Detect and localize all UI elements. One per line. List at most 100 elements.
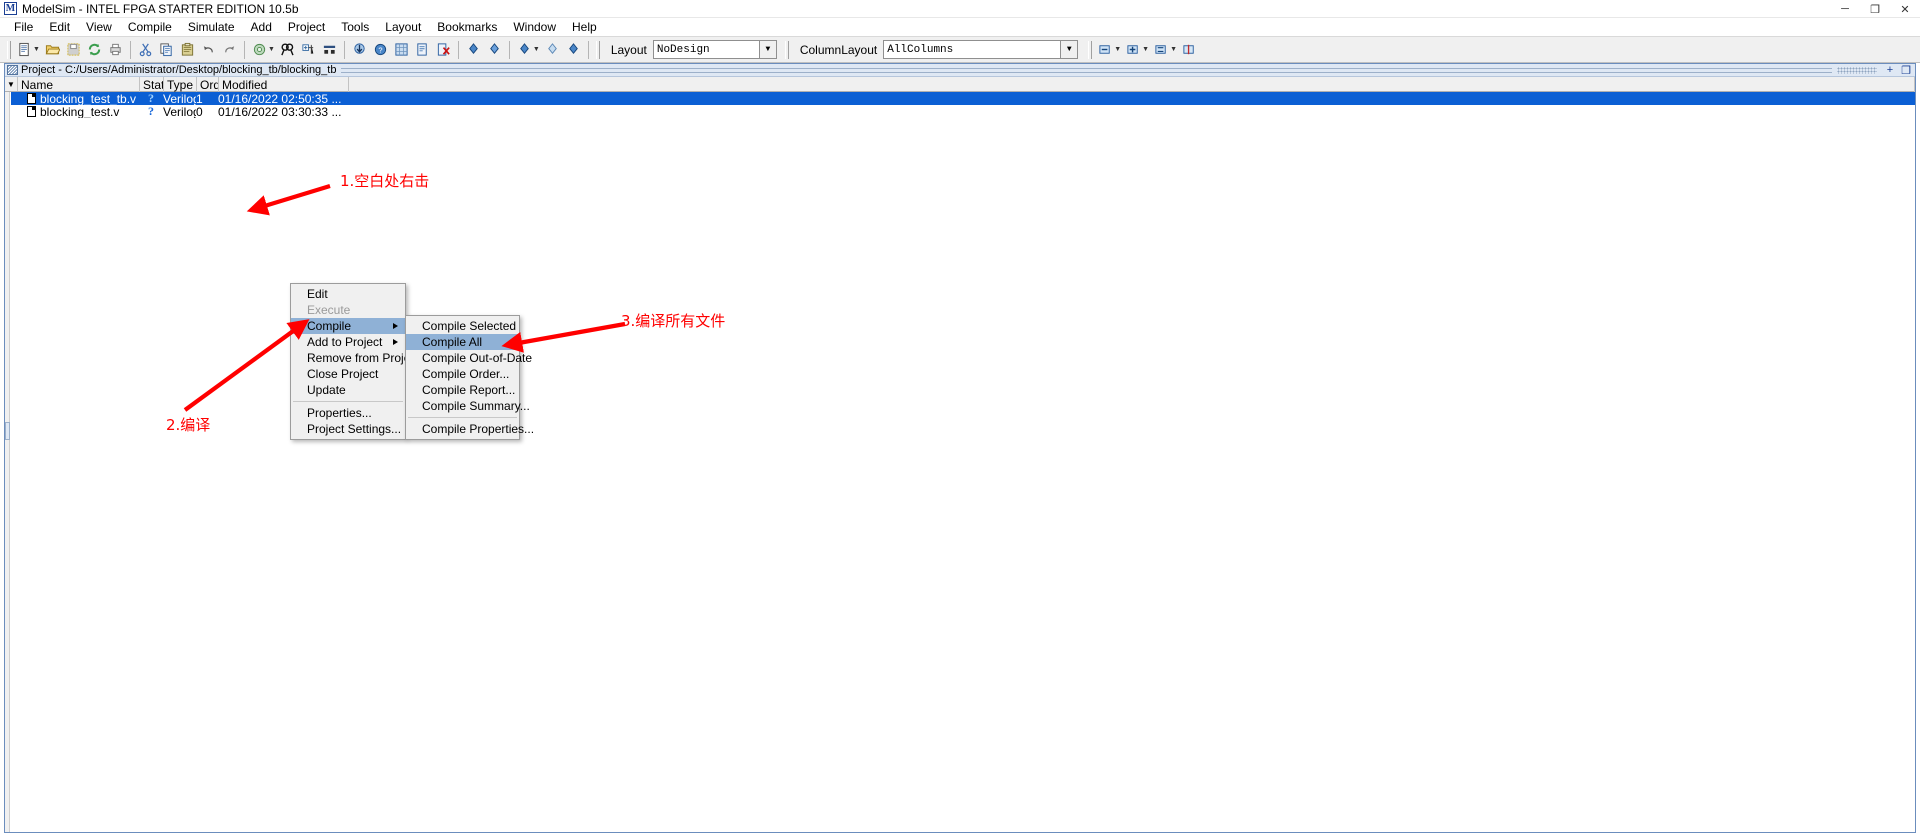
find-icon[interactable] bbox=[277, 39, 298, 60]
wave-zoom-out-icon[interactable] bbox=[1123, 39, 1144, 60]
menu-tools[interactable]: Tools bbox=[333, 19, 377, 35]
context-menu-item-edit[interactable]: Edit bbox=[291, 286, 405, 302]
submenu-item-compile-selected[interactable]: Compile Selected bbox=[406, 318, 519, 334]
compile-submenu[interactable]: Compile Selected Compile All Compile Out… bbox=[405, 315, 534, 440]
menu-simulate[interactable]: Simulate bbox=[180, 19, 243, 35]
chevron-down-icon[interactable]: ▼ bbox=[758, 41, 776, 58]
menu-window[interactable]: Window bbox=[505, 19, 564, 35]
run-icon[interactable] bbox=[514, 39, 535, 60]
project-context-menu[interactable]: Edit Execute Compile Add to Project Remo… bbox=[290, 283, 420, 440]
toolbar-grip-4[interactable] bbox=[1088, 40, 1093, 59]
menu-add[interactable]: Add bbox=[243, 19, 280, 35]
project-file-list[interactable]: blocking_test_tb.v ? Verilog 1 01/16/202… bbox=[5, 92, 1915, 832]
menu-layout[interactable]: Layout bbox=[377, 19, 429, 35]
menu-help[interactable]: Help bbox=[564, 19, 605, 35]
menu-project[interactable]: Project bbox=[280, 19, 333, 35]
grid-icon[interactable] bbox=[391, 39, 412, 60]
file-name-cell-2[interactable]: blocking_test.v bbox=[27, 105, 139, 118]
menu-edit[interactable]: Edit bbox=[41, 19, 78, 35]
context-menu-item-compile[interactable]: Compile bbox=[291, 318, 405, 334]
context-menu-item-update[interactable]: Update bbox=[291, 382, 405, 398]
column-header-status[interactable]: Status bbox=[140, 77, 164, 92]
minimize-button[interactable]: ─ bbox=[1830, 0, 1860, 18]
context-menu-item-properties[interactable]: Properties... bbox=[291, 405, 405, 421]
toolbar-grip-3[interactable] bbox=[784, 40, 789, 59]
toolbar-grip[interactable] bbox=[7, 40, 11, 59]
modelsim-app-icon: M bbox=[4, 2, 17, 15]
columnlayout-label: ColumnLayout bbox=[799, 42, 878, 57]
context-menu-item-project-settings[interactable]: Project Settings... bbox=[291, 421, 405, 437]
file-name-label-2: blocking_test.v bbox=[40, 105, 120, 118]
submenu-item-compile-order[interactable]: Compile Order... bbox=[406, 366, 519, 382]
submenu-arrow-icon bbox=[393, 323, 398, 329]
wave-zoom-full-icon[interactable] bbox=[1151, 39, 1172, 60]
header-grip-dots[interactable] bbox=[1836, 66, 1877, 74]
column-header-name[interactable]: Name bbox=[18, 77, 140, 92]
columnlayout-combobox[interactable]: AllColumns ▼ bbox=[883, 40, 1079, 59]
menu-bookmarks[interactable]: Bookmarks bbox=[429, 19, 505, 35]
close-button[interactable]: ✕ bbox=[1890, 0, 1920, 18]
context-menu-separator bbox=[293, 401, 403, 402]
submenu-item-compile-summary[interactable]: Compile Summary... bbox=[406, 398, 530, 414]
breakpoint-icon[interactable]: ? bbox=[370, 39, 391, 60]
file-modified-cell: 01/16/2022 02:50:35 ... bbox=[218, 92, 342, 105]
wave-zoom-in-icon[interactable] bbox=[1095, 39, 1116, 60]
window-title: ModelSim - INTEL FPGA STARTER EDITION 10… bbox=[22, 1, 299, 16]
toolbar-separator-3 bbox=[343, 40, 345, 59]
status-unknown-icon-2: ? bbox=[148, 105, 154, 118]
report-icon[interactable] bbox=[412, 39, 433, 60]
step-icon[interactable] bbox=[463, 39, 484, 60]
submenu-item-compile-out-of-date[interactable]: Compile Out-of-Date bbox=[406, 350, 532, 366]
collapse-icon[interactable] bbox=[319, 39, 340, 60]
delete-report-icon[interactable] bbox=[433, 39, 454, 60]
column-header-modified[interactable]: Modified bbox=[219, 77, 349, 92]
context-menu-item-execute: Execute bbox=[307, 303, 351, 317]
cut-icon[interactable] bbox=[135, 39, 156, 60]
paste-icon[interactable] bbox=[177, 39, 198, 60]
simulate-icon[interactable] bbox=[349, 39, 370, 60]
panel-left-gutter bbox=[5, 92, 10, 832]
maximize-button[interactable]: ❐ bbox=[1860, 0, 1890, 18]
submenu-item-compile-all[interactable]: Compile All bbox=[406, 334, 519, 350]
context-menu-item-add-to-project[interactable]: Add to Project bbox=[291, 334, 405, 350]
run-all-icon[interactable] bbox=[563, 39, 584, 60]
save-icon[interactable] bbox=[63, 39, 84, 60]
column-header-order[interactable]: Order bbox=[197, 77, 219, 92]
new-file-icon[interactable] bbox=[14, 39, 35, 60]
layout-combobox[interactable]: NoDesign ▼ bbox=[652, 40, 777, 59]
menu-compile[interactable]: Compile bbox=[120, 19, 180, 35]
context-menu-item-close-project[interactable]: Close Project bbox=[291, 366, 405, 382]
panel-pin-button[interactable]: + bbox=[1883, 64, 1897, 76]
undo-icon[interactable] bbox=[198, 39, 219, 60]
chevron-down-icon-2[interactable]: ▼ bbox=[1060, 41, 1078, 58]
continue-run-icon[interactable] bbox=[542, 39, 563, 60]
print-icon[interactable] bbox=[105, 39, 126, 60]
compile-icon[interactable] bbox=[249, 39, 270, 60]
step-over-icon[interactable] bbox=[484, 39, 505, 60]
table-row[interactable]: blocking_test.v ? Verilog 0 01/16/2022 0… bbox=[11, 105, 1915, 118]
panel-splitter-handle[interactable] bbox=[5, 422, 10, 440]
wave-cursor-icon[interactable] bbox=[1179, 39, 1200, 60]
open-folder-icon[interactable] bbox=[42, 39, 63, 60]
reload-icon[interactable] bbox=[84, 39, 105, 60]
menu-view[interactable]: View bbox=[78, 19, 120, 35]
menu-file[interactable]: File bbox=[6, 19, 41, 35]
toolbar-separator-6 bbox=[587, 40, 589, 59]
project-icon bbox=[7, 65, 18, 75]
submenu-item-compile-properties[interactable]: Compile Properties... bbox=[406, 421, 534, 437]
window-controls: ─ ❐ ✕ bbox=[1830, 0, 1920, 18]
add-wave-icon[interactable] bbox=[298, 39, 319, 60]
project-path-title: Project - C:/Users/Administrator/Desktop… bbox=[21, 64, 337, 76]
submenu-item-compile-report[interactable]: Compile Report... bbox=[406, 382, 519, 398]
column-header-type[interactable]: Type bbox=[164, 77, 197, 92]
redo-icon[interactable] bbox=[219, 39, 240, 60]
table-row[interactable]: blocking_test_tb.v ? Verilog 1 01/16/202… bbox=[11, 92, 1915, 105]
file-name-cell[interactable]: blocking_test_tb.v bbox=[27, 92, 139, 105]
copy-icon[interactable] bbox=[156, 39, 177, 60]
title-bar: M ModelSim - INTEL FPGA STARTER EDITION … bbox=[0, 0, 1920, 18]
context-menu-item-remove-from-project[interactable]: Remove from Project bbox=[291, 350, 420, 366]
toolbar-grip-2[interactable] bbox=[595, 40, 600, 59]
panel-undock-button[interactable]: ❐ bbox=[1897, 64, 1915, 77]
annotation-label-1: 1.空白处右击 bbox=[340, 172, 430, 190]
sort-indicator-icon[interactable]: ▼ bbox=[5, 77, 18, 91]
